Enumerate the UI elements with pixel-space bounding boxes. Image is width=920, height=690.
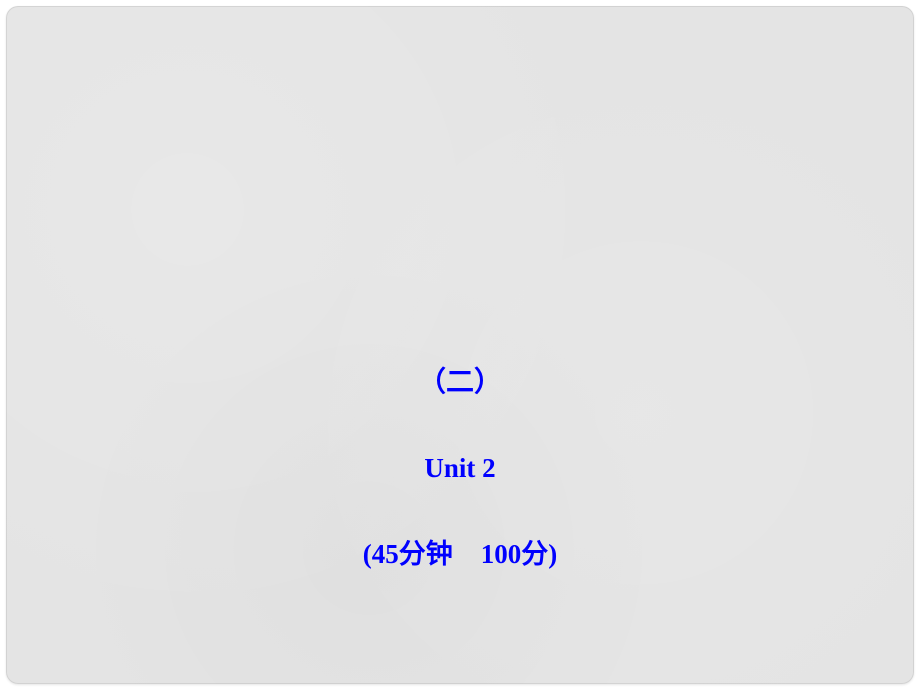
unit-label: Unit 2 [424, 450, 495, 488]
slide-container: （二） Unit 2 (45分钟 100分) [6, 6, 914, 684]
score-unit: 分) [521, 539, 557, 569]
duration-unit: 分钟 [399, 539, 453, 569]
duration-prefix: (45 [363, 539, 399, 569]
duration-score: (45分钟 100分) [363, 536, 558, 574]
score-value: 100 [481, 539, 522, 569]
section-number: （二） [418, 363, 502, 402]
